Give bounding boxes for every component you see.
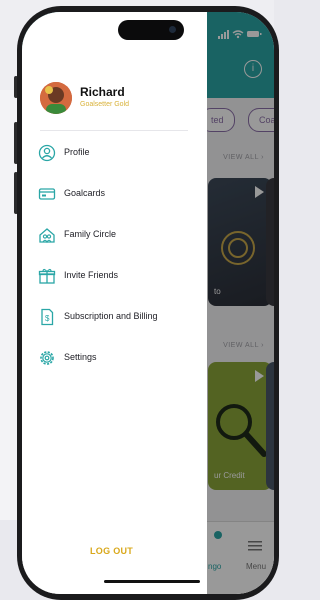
menu-item-family-circle[interactable]: Family Circle <box>38 223 198 249</box>
gift-icon <box>38 268 56 284</box>
family-circle-icon <box>39 228 55 244</box>
menu-item-label: Invite Friends <box>64 270 119 280</box>
menu-item-label: Goalcards <box>64 188 106 198</box>
avatar-image <box>40 82 72 114</box>
user-tier: Goalsetter Gold <box>80 101 130 108</box>
menu-item-label: Subscription and Billing <box>64 311 158 321</box>
profile-icon <box>38 144 56 162</box>
avatar <box>40 82 72 114</box>
phone-screen: i ted Coa VIEW ALL › to VIEW ALL › ur Cr… <box>22 12 274 594</box>
goalcards-icon <box>38 188 56 200</box>
menu-item-subscription-billing[interactable]: $ Subscription and Billing <box>38 305 198 331</box>
menu-item-label: Family Circle <box>64 229 117 239</box>
settings-icon <box>40 351 54 365</box>
logout-button[interactable]: LOG OUT <box>90 546 133 556</box>
menu-item-invite-friends[interactable]: Invite Friends <box>38 264 198 290</box>
svg-text:$: $ <box>45 314 50 323</box>
menu-item-goalcards[interactable]: Goalcards <box>38 182 198 208</box>
billing-icon: $ <box>41 308 54 326</box>
side-drawer: Richard Goalsetter Gold Profile Goalcard… <box>22 12 207 594</box>
user-name: Richard <box>80 85 125 99</box>
home-indicator[interactable] <box>104 580 200 583</box>
divider <box>40 130 188 131</box>
menu-item-settings[interactable]: Settings <box>38 346 198 372</box>
menu-item-profile[interactable]: Profile <box>38 141 198 167</box>
menu-item-label: Settings <box>64 352 97 362</box>
dynamic-island <box>118 20 184 40</box>
profile-header[interactable]: Richard Goalsetter Gold <box>40 80 190 128</box>
menu-item-label: Profile <box>64 147 90 157</box>
camera-icon <box>169 26 176 33</box>
